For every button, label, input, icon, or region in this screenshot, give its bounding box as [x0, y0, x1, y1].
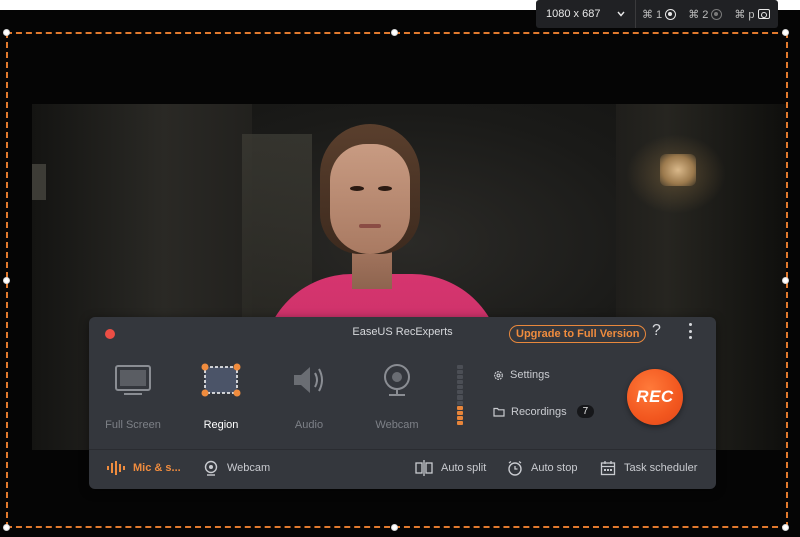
- resize-handle-bottom-left[interactable]: [3, 524, 10, 531]
- shortcut-target-1[interactable]: ⌘ 1: [636, 8, 682, 21]
- mode-label: Webcam: [375, 419, 419, 431]
- panel-divider: [89, 449, 716, 450]
- shortcut-key-1: ⌘ 1: [642, 8, 663, 21]
- recorder-panel: EaseUS RecExperts Upgrade to Full Versio…: [89, 317, 716, 489]
- region-size-value: 1080 x 687: [546, 8, 601, 20]
- help-icon[interactable]: ?: [652, 322, 661, 340]
- webcam-toggle-button[interactable]: Webcam: [203, 457, 270, 479]
- rec-button[interactable]: REC: [627, 369, 683, 425]
- folder-icon: [493, 407, 505, 417]
- resize-handle-right[interactable]: [782, 277, 789, 284]
- shortcut-target-2[interactable]: ⌘ 2: [682, 8, 728, 21]
- split-icon: [415, 460, 433, 476]
- recordings-count-badge: 7: [576, 405, 595, 418]
- resize-handle-top-left[interactable]: [3, 29, 10, 36]
- mode-label: Audio: [294, 419, 324, 431]
- mode-webcam[interactable]: Webcam: [357, 361, 437, 431]
- more-options-icon[interactable]: [687, 323, 693, 339]
- webcam-icon: [384, 364, 410, 396]
- auto-split-button[interactable]: Auto split: [415, 457, 486, 479]
- shortcut-key-2: ⌘ 2: [688, 8, 709, 21]
- auto-stop-button[interactable]: Auto stop: [507, 457, 577, 479]
- auto-stop-label: Auto stop: [531, 462, 578, 474]
- alarm-clock-icon: [508, 460, 522, 476]
- webcam-icon: [204, 460, 218, 476]
- webcam-label: Webcam: [227, 462, 271, 474]
- task-scheduler-button[interactable]: Task scheduler: [600, 457, 697, 479]
- upgrade-button[interactable]: Upgrade to Full Version: [509, 325, 647, 343]
- resize-handle-top-right[interactable]: [782, 29, 789, 36]
- target-icon: [665, 8, 677, 20]
- region-icon: [201, 363, 241, 397]
- settings-label: Settings: [510, 369, 550, 381]
- mode-label: Region: [203, 419, 239, 431]
- mic-system-sound-button[interactable]: Mic & s...: [107, 457, 181, 479]
- target-icon: [711, 8, 723, 20]
- chevron-down-icon: [617, 11, 625, 17]
- task-scheduler-label: Task scheduler: [624, 462, 698, 474]
- shortcut-screenshot[interactable]: ⌘ p: [728, 8, 775, 21]
- resize-handle-left[interactable]: [3, 277, 10, 284]
- monitor-icon: [115, 365, 151, 395]
- gear-icon: [494, 370, 503, 380]
- resize-handle-bottom-right[interactable]: [782, 524, 789, 531]
- auto-split-label: Auto split: [441, 462, 487, 474]
- screen: 1080 x 687 ⌘ 1 ⌘ 2 ⌘ p EaseUS RecExperts…: [0, 0, 800, 537]
- recordings-label: Recordings: [511, 405, 567, 418]
- region-size-dropdown[interactable]: 1080 x 687: [536, 0, 636, 28]
- mode-audio[interactable]: Audio: [269, 361, 349, 431]
- calendar-icon: [600, 461, 616, 476]
- resize-handle-bottom[interactable]: [391, 524, 398, 531]
- sound-wave-icon: [107, 461, 125, 475]
- settings-button[interactable]: Settings: [493, 369, 550, 381]
- audio-level-meter: [457, 365, 463, 425]
- resize-handle-top[interactable]: [391, 29, 398, 36]
- mode-region[interactable]: Region: [181, 361, 261, 431]
- mode-label: Full Screen: [105, 419, 161, 431]
- speaker-icon: [294, 367, 323, 393]
- camera-icon: [757, 9, 770, 19]
- mode-full-screen[interactable]: Full Screen: [93, 361, 173, 431]
- mic-label: Mic & s...: [133, 462, 181, 474]
- shortcut-key-3: ⌘ p: [734, 8, 755, 21]
- recordings-button[interactable]: Recordings 7: [493, 405, 595, 418]
- dimension-bar: 1080 x 687 ⌘ 1 ⌘ 2 ⌘ p: [536, 0, 778, 28]
